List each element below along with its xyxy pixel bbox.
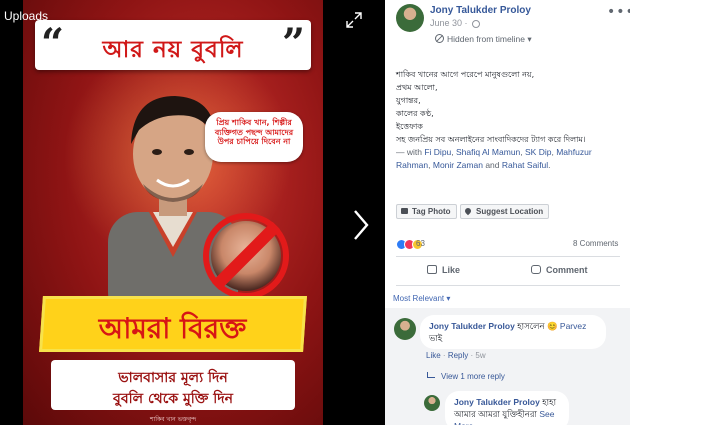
caret-down-icon: ▾ bbox=[527, 34, 532, 44]
like-button[interactable]: Like bbox=[427, 265, 460, 275]
post-body-line: শাকিব খানের আগে পরেপে মানুষগুলো নয়, bbox=[396, 70, 535, 79]
post-body: শাকিব খানের আগে পরেপে মানুষগুলো নয়, প্র… bbox=[396, 68, 622, 172]
comment-mention[interactable]: Parvez bbox=[560, 321, 586, 331]
post-body-line: কালের কণ্ঠ, bbox=[396, 109, 434, 118]
comment-bubble: Jony Talukder Proloy হাসলেন 😊 Parvez ভাই bbox=[420, 315, 606, 349]
poster-banner: “ আর নয় বুবলি ” bbox=[35, 20, 311, 70]
post-body-line: প্রথম আলো, bbox=[396, 83, 438, 92]
tag-icon bbox=[401, 208, 408, 214]
visibility-selector[interactable]: Hidden from timeline ▾ bbox=[435, 34, 532, 45]
facebook-photo-theater: “ আর নয় বুবলি ” প্রিয় শাকিব খান, শিল্প… bbox=[0, 0, 725, 425]
reply-text: হাহা bbox=[542, 397, 557, 407]
album-label[interactable]: Uploads bbox=[4, 9, 48, 23]
post-date-row: June 30 · bbox=[430, 18, 481, 28]
photo-viewer: “ আর নয় বুবলি ” প্রিয় শাকিব খান, শিল্প… bbox=[0, 0, 385, 425]
post-body-line: যুগান্তর, bbox=[396, 96, 421, 105]
comment-actions: Like · Reply · 5w bbox=[426, 351, 486, 360]
comment-like-link[interactable]: Like bbox=[426, 351, 441, 360]
comment-text: ভাই bbox=[429, 333, 443, 343]
poster-tagline-2: বুবলি থেকে মুক্তি দিন bbox=[113, 391, 233, 407]
tagged-person[interactable]: Shafiq Al Mamun bbox=[456, 147, 520, 157]
comment-count[interactable]: 8 Comments bbox=[573, 239, 618, 248]
page-background bbox=[630, 0, 725, 425]
globe-icon[interactable] bbox=[472, 19, 481, 28]
comment-author[interactable]: Jony Talukder Proloy bbox=[429, 321, 515, 331]
poster-tagline-box: ভালবাসার মূল্য দিন বুবলি থেকে মুক্তি দিন bbox=[51, 360, 295, 410]
tag-photo-button[interactable]: Tag Photo bbox=[396, 204, 457, 219]
avatar[interactable] bbox=[424, 395, 440, 411]
chevron-right-icon[interactable] bbox=[350, 208, 372, 242]
comment-icon bbox=[531, 265, 541, 274]
reaction-count[interactable]: 63 bbox=[416, 239, 425, 248]
tagged-person[interactable]: Rahat Saiful bbox=[502, 160, 548, 170]
view-more-replies-link[interactable]: View 1 more reply bbox=[427, 372, 505, 381]
post-body-line: সহ জনপ্রিয় সব অনলাইনের সাংবাদিকদের ট্যা… bbox=[396, 135, 586, 144]
tagged-person[interactable]: Monir Zaman bbox=[433, 160, 483, 170]
poster-photo: “ আর নয় বুবলি ” প্রিয় শাকিব খান, শিল্প… bbox=[23, 0, 323, 425]
comment-button[interactable]: Comment bbox=[531, 265, 588, 275]
poster-speech-bubble-text: প্রিয় শাকিব খান, শিল্পীর ব্যক্তিগত পছন্… bbox=[214, 118, 294, 146]
thumbs-up-icon bbox=[427, 265, 437, 274]
poster-headline: আমরা বিরক্ত bbox=[98, 312, 247, 345]
tagged-person[interactable]: Fi Dipu bbox=[424, 147, 451, 157]
post-panel: Jony Talukder Proloy June 30 · ••• Hidde… bbox=[385, 0, 634, 425]
comment-reply-link[interactable]: Reply bbox=[448, 351, 468, 360]
poster-banner-text: আর নয় বুবলি bbox=[102, 37, 244, 63]
divider bbox=[396, 256, 620, 257]
reply-arrow-icon bbox=[427, 372, 435, 378]
post-author[interactable]: Jony Talukder Proloy bbox=[430, 5, 531, 16]
poster-speech-bubble: প্রিয় শাকিব খান, শিল্পীর ব্যক্তিগত পছন্… bbox=[205, 112, 303, 162]
caret-down-icon: ▾ bbox=[446, 294, 451, 303]
poster-ban-symbol bbox=[203, 213, 289, 299]
poster-quote-close: ” bbox=[281, 20, 305, 67]
reply-author[interactable]: Jony Talukder Proloy bbox=[454, 397, 540, 407]
poster-headline-box: আমরা বিরক্ত bbox=[39, 296, 307, 352]
hidden-icon bbox=[435, 34, 444, 43]
avatar[interactable] bbox=[394, 318, 416, 340]
post-date[interactable]: June 30 bbox=[430, 18, 462, 28]
poster-signature: শাকিব খান ভক্তবৃন্দ bbox=[149, 416, 197, 423]
comment-time[interactable]: 5w bbox=[475, 351, 485, 360]
reply-bubble: Jony Talukder Proloy হাহা আমার আমরা যুক্… bbox=[445, 391, 569, 425]
post-body-line: ইত্তেফাক bbox=[396, 122, 423, 131]
tagged-people: — with Fi Dipu, Shafiq Al Mamun, SK Dip,… bbox=[396, 147, 592, 170]
avatar[interactable] bbox=[396, 4, 424, 32]
location-pin-icon bbox=[463, 206, 473, 216]
divider bbox=[396, 285, 620, 286]
visibility-label: Hidden from timeline bbox=[447, 34, 525, 44]
smile-emoji-icon: 😊 bbox=[546, 321, 558, 331]
suggest-location-button[interactable]: Suggest Location bbox=[460, 204, 550, 219]
tagged-person[interactable]: SK Dip bbox=[525, 147, 551, 157]
expand-icon[interactable] bbox=[346, 12, 362, 28]
comment-text: হাসলেন bbox=[517, 321, 545, 331]
comment-sort-selector[interactable]: Most Relevant ▾ bbox=[393, 294, 450, 303]
reply-text: আমার আমরা যুক্তিহীনরা bbox=[454, 409, 537, 419]
